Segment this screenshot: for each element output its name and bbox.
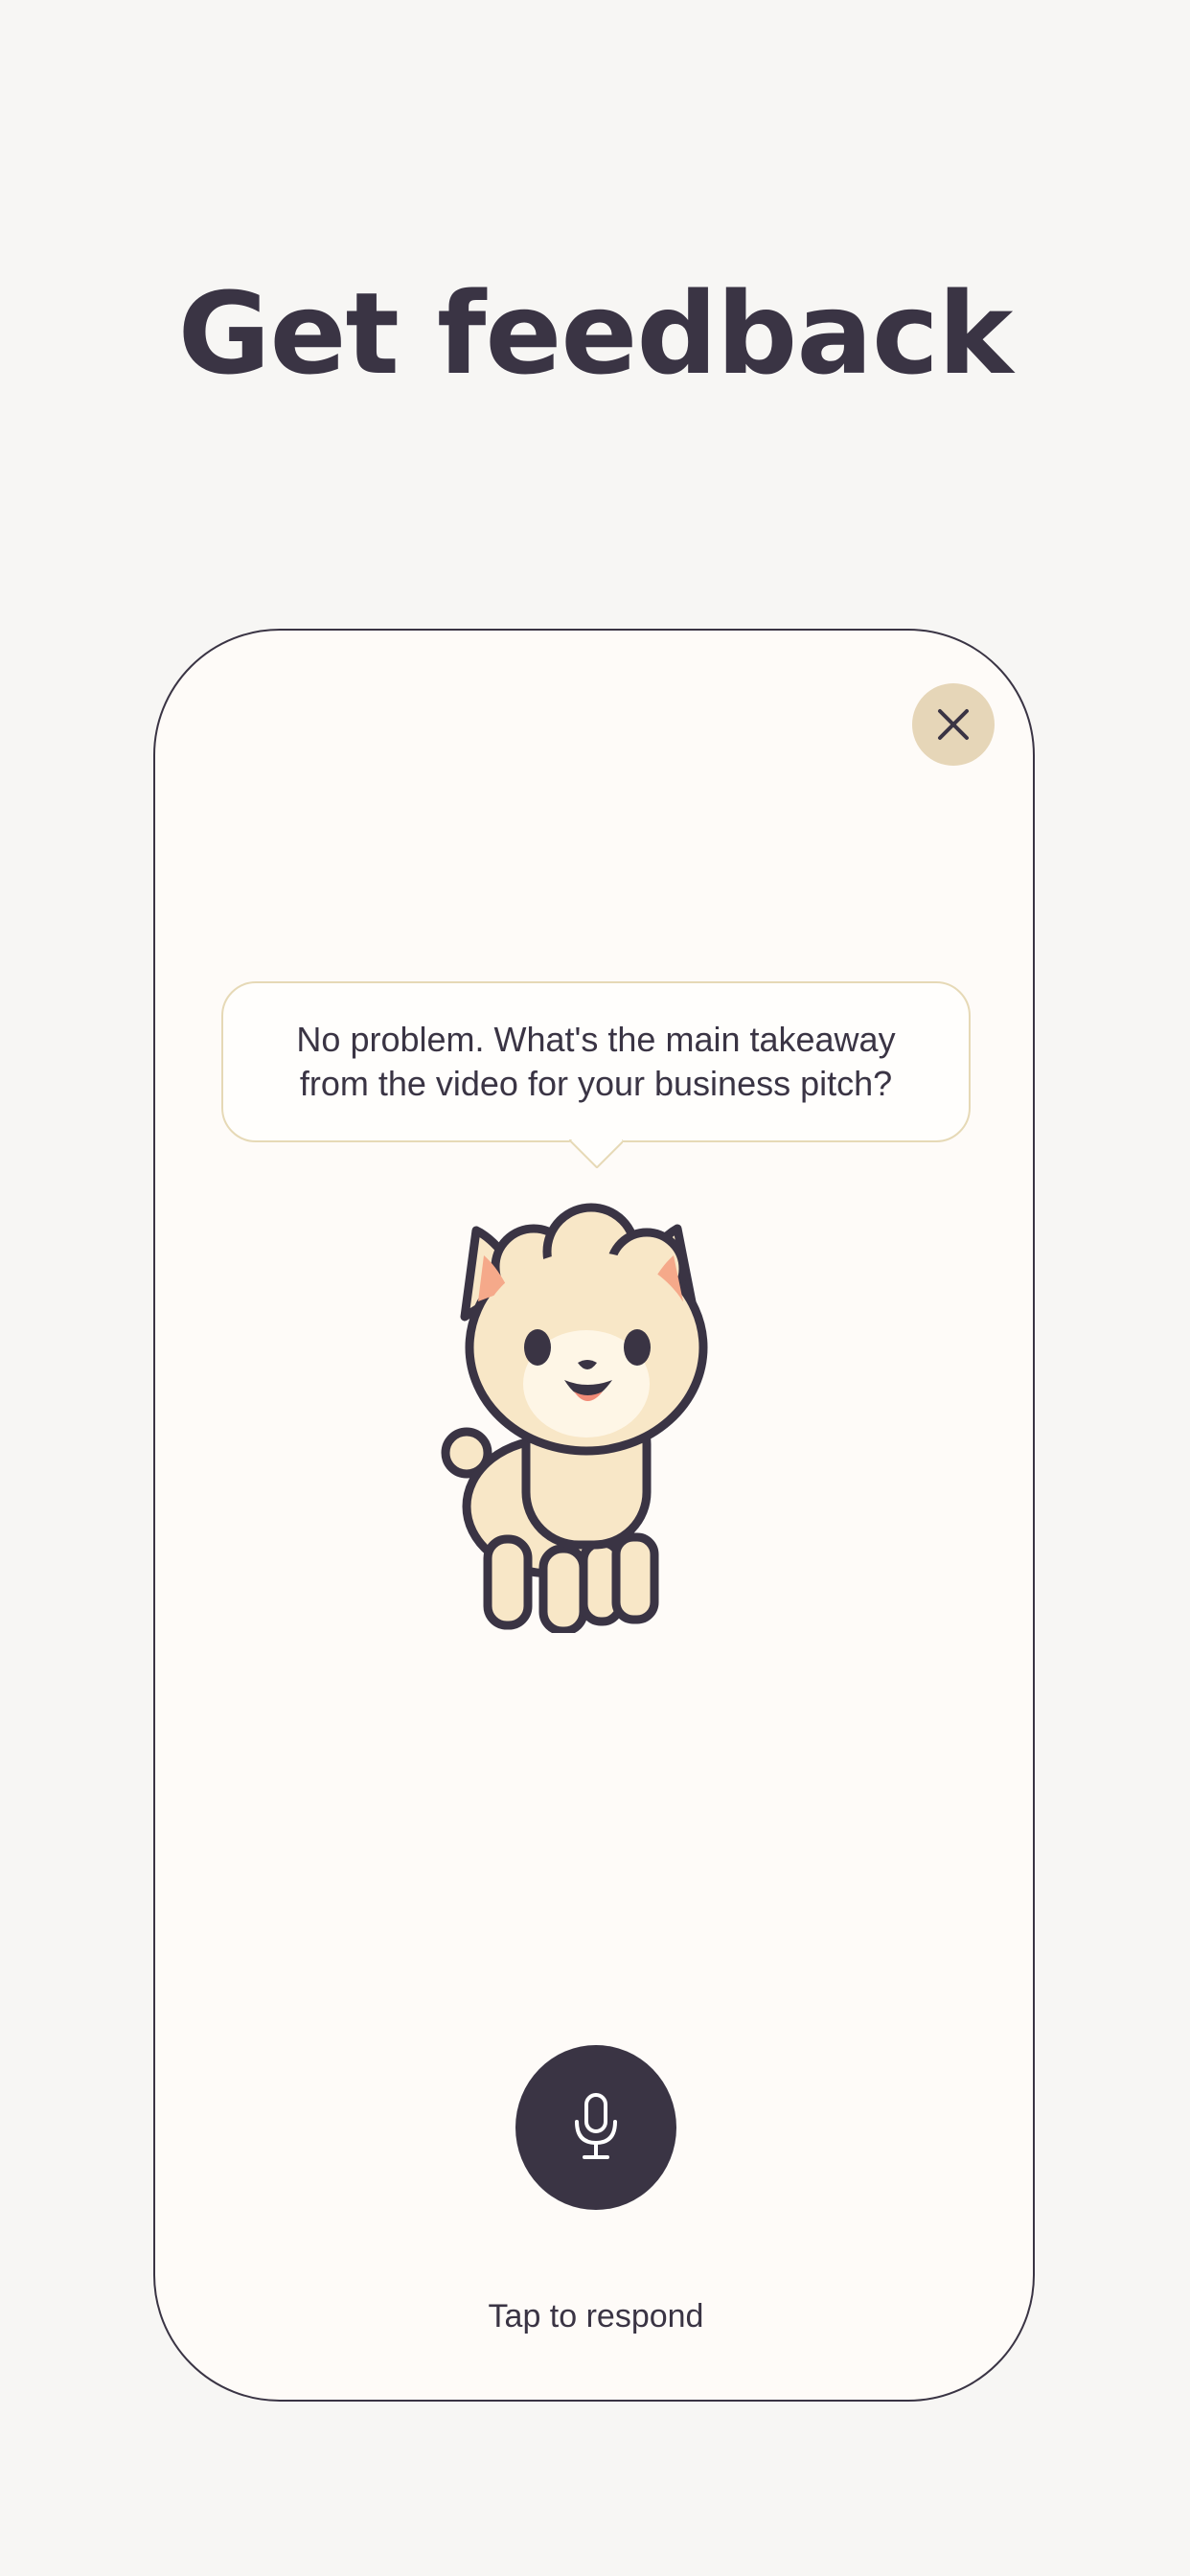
microphone-icon [575,2093,617,2159]
page-title: Get feedback [177,267,1014,400]
close-icon [938,709,969,740]
close-button[interactable] [912,683,995,766]
speech-line-2: from the video for your business pitch? [299,1064,893,1103]
speech-line-1: No problem. What's the main takeaway [296,1020,896,1059]
feedback-card: No problem. What's the main takeaway fro… [153,629,1035,2402]
microphone-button[interactable] [515,2045,676,2210]
speech-bubble-text: No problem. What's the main takeaway fro… [258,1018,933,1106]
tap-to-respond-label: Tap to respond [488,2298,704,2334]
speech-bubble-tail [569,1139,623,1168]
speech-bubble: No problem. What's the main takeaway fro… [221,981,971,1142]
llama-illustration [441,1203,708,1633]
